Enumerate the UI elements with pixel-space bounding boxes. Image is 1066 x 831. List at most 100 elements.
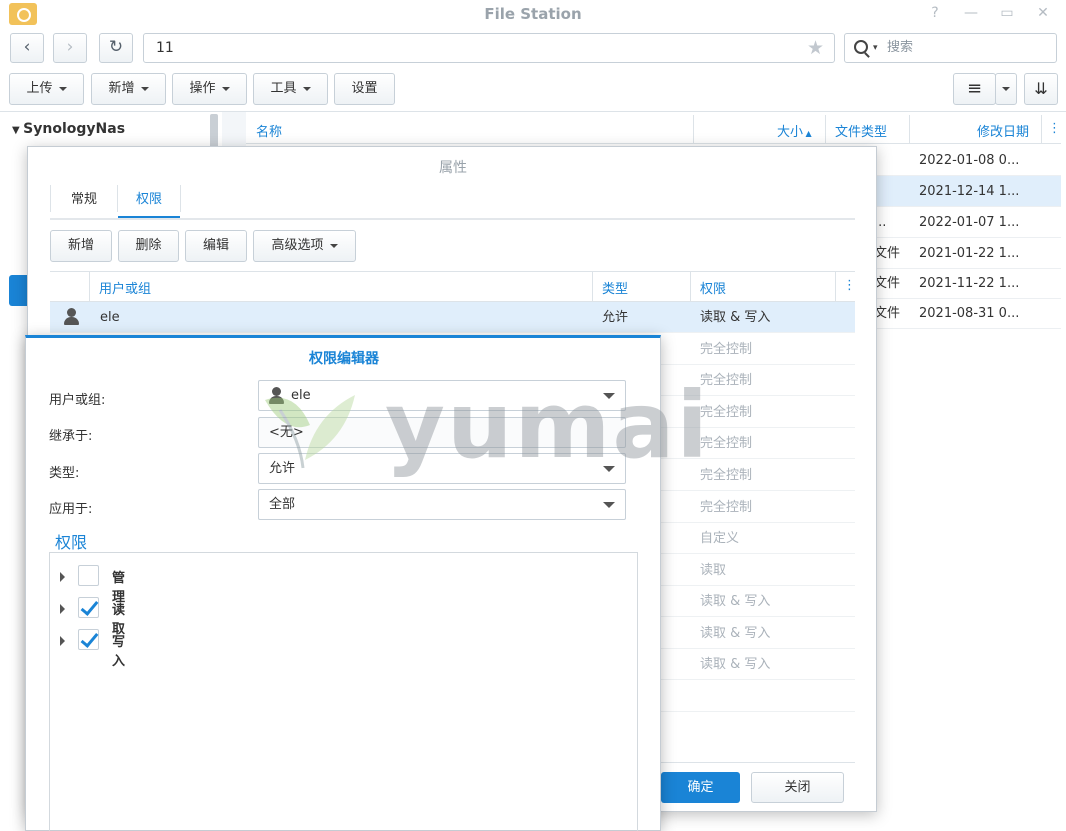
action-button[interactable]: 操作 [172,73,247,105]
chevron-down-icon [603,393,615,399]
chevron-down-icon [221,86,230,91]
apply-to-label: 应用于: [49,502,93,517]
user-icon [267,387,285,405]
sort-icon: ⇊ [1034,79,1048,98]
selected-folder-highlight[interactable] [9,275,29,306]
tab-divider [180,185,181,212]
tab-general[interactable]: 常规 [51,185,117,218]
user-or-group-value: ele [291,388,311,403]
user-icon [62,308,80,326]
file-row[interactable]: 文件 2021-01-22 1... [862,238,1061,269]
tree-scrollbar[interactable] [210,114,218,148]
close-window-icon[interactable]: ✕ [1034,4,1052,22]
search-input[interactable]: ▾ 搜索 [844,33,1057,63]
forward-button[interactable]: › [53,33,87,63]
col-modified[interactable]: 修改日期 [977,121,1029,140]
file-modified: 2022-01-07 1... [919,215,1020,230]
file-list-header [246,115,1061,144]
tree-root-label: SynologyNas [23,121,126,137]
col-type[interactable]: 文件类型 [835,121,887,140]
tools-button[interactable]: 工具 [253,73,328,105]
column-menu-icon[interactable]: ⋮ [843,278,856,293]
editor-title: 权限编辑器 [309,351,379,367]
permission-level: 完全控制 [700,436,753,451]
maximize-icon[interactable]: ▭ [998,4,1016,22]
star-icon[interactable]: ★ [807,34,824,62]
permission-tree: 管理 读取 写入 [49,552,638,831]
tab-permissions[interactable]: 权限 [118,185,180,218]
col-permission[interactable]: 权限 [700,278,726,297]
permission-user: ele [100,310,120,325]
permission-type: 允许 [602,310,629,325]
column-divider [690,271,691,302]
add-permission-button[interactable]: 新增 [50,230,112,262]
close-button[interactable]: 关闭 [751,772,844,803]
chevron-down-icon[interactable]: ▾ [873,34,878,62]
tree-root[interactable]: ▼ SynologyNas [12,121,125,137]
action-label: 操作 [189,81,216,96]
chevron-down-icon [603,502,615,508]
expand-arrow-icon[interactable] [60,572,65,582]
permission-level: 完全控制 [700,342,753,357]
chevron-down-icon [329,243,338,248]
back-button[interactable]: ‹ [10,33,44,63]
permission-level: 读取 & 写入 [700,626,771,641]
file-row[interactable]: ... 2022-01-07 1... [862,207,1061,238]
new-label: 新增 [108,81,135,96]
view-dropdown-button[interactable] [995,73,1017,105]
edit-permission-button[interactable]: 编辑 [185,230,247,262]
chevron-down-icon [302,86,311,91]
permission-level: 读取 & 写入 [700,657,771,672]
col-name[interactable]: 名称 [256,121,282,140]
view-list-button[interactable]: ≡ [953,73,996,105]
upload-button[interactable]: 上传 [9,73,84,105]
expand-arrow-icon[interactable] [60,636,65,646]
permission-level: 完全控制 [700,373,753,388]
file-type: 文件 [874,276,901,291]
settings-button[interactable]: 设置 [334,73,395,105]
file-type: 文件 [874,306,901,321]
advanced-options-button[interactable]: 高级选项 [253,230,356,262]
sort-button[interactable]: ⇊ [1024,73,1058,105]
inherit-from-label: 继承于: [49,429,93,444]
list-view-icon: ≡ [966,78,983,99]
column-menu-icon[interactable]: ⋮ [1048,121,1061,136]
file-modified: 2021-08-31 0... [919,306,1020,321]
permission-row[interactable]: ele 允许 读取 & 写入 [50,302,855,333]
search-icon [854,40,868,54]
manage-checkbox[interactable] [78,565,99,586]
col-size[interactable]: 大小 ▲ [777,121,812,140]
user-or-group-select[interactable]: ele [258,380,626,411]
delete-permission-button[interactable]: 删除 [118,230,179,262]
column-divider [835,271,836,302]
file-row[interactable]: 2022-01-08 0... [862,145,1061,176]
path-input[interactable]: 11 ★ [143,33,835,63]
ok-button[interactable]: 确定 [661,772,740,803]
col-size-label: 大小 [777,125,804,140]
permission-editor-dialog: 权限编辑器 用户或组: ele 继承于: <无> 类型: 允许 应用于: 全部 … [25,335,661,831]
type-select[interactable]: 允许 [258,453,626,484]
file-row[interactable]: 2021-12-14 1... [862,176,1061,207]
file-row[interactable]: 文件 2021-11-22 1... [862,268,1061,299]
new-button[interactable]: 新增 [91,73,166,105]
apply-to-select[interactable]: 全部 [258,489,626,520]
file-row[interactable]: 文件 2021-08-31 0... [862,298,1061,329]
minimize-icon[interactable]: — [962,4,980,22]
advanced-options-label: 高级选项 [271,238,324,253]
col-user-or-group[interactable]: 用户或组 [99,278,151,297]
path-text: 11 [156,40,174,56]
column-divider [909,115,910,144]
permission-level: 读取 & 写入 [700,310,771,325]
write-label: 写入 [112,635,126,669]
read-checkbox[interactable] [78,597,99,618]
chevron-down-icon [603,466,615,472]
expand-arrow-icon[interactable] [60,604,65,614]
upload-label: 上传 [26,81,53,96]
refresh-button[interactable]: ↻ [99,33,133,63]
properties-title: 属性 [439,160,467,176]
write-checkbox[interactable] [78,629,99,650]
permission-table-header [50,271,855,302]
col-type[interactable]: 类型 [602,278,628,297]
help-icon[interactable]: ? [926,4,944,22]
settings-label: 设置 [351,81,378,96]
